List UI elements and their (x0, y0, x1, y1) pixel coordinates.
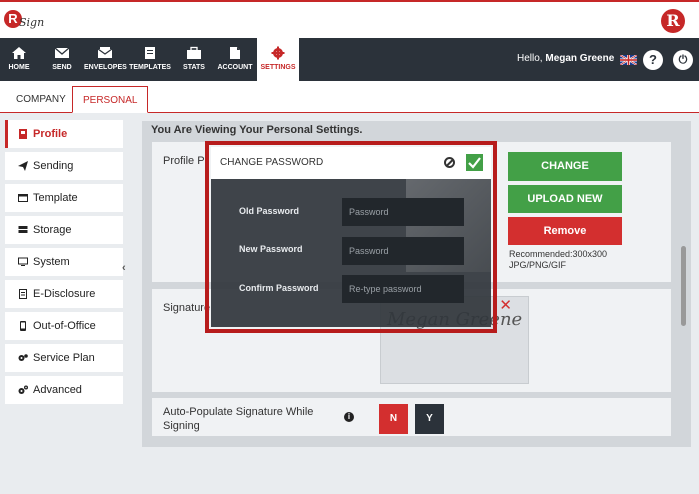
sidebar-item-label: Advanced (33, 384, 82, 396)
nav-label: SEND (52, 64, 72, 71)
send-icon (18, 161, 28, 171)
change-password-dialog: CHANGE PASSWORD Old Password New Passwor… (211, 147, 491, 327)
auto-populate-line1: Auto-Populate Signature While (163, 406, 314, 418)
sidebar-item-template[interactable]: Template (5, 184, 123, 212)
nav-stats[interactable]: STATS (180, 38, 208, 81)
user-name: Megan Greene (545, 53, 615, 64)
signature-label: Signature (163, 302, 211, 314)
remove-signature-icon[interactable]: ✕ (499, 296, 512, 314)
sidebar-item-label: Storage (33, 224, 72, 236)
nav-templates[interactable]: TEMPLATES (129, 38, 171, 81)
sidebar-item-label: Out-of-Office (33, 320, 96, 332)
collapse-sidebar-chevron-icon[interactable]: ‹ (122, 262, 126, 274)
account-icon (230, 47, 240, 59)
profile-icon (19, 129, 27, 139)
toggle-yes-button[interactable]: Y (415, 404, 444, 434)
nav-label: ENVELOPES (84, 64, 127, 71)
check-icon[interactable] (466, 154, 483, 171)
briefcase-icon (187, 46, 201, 59)
sidebar-item-label: Profile (33, 128, 68, 140)
window-icon (18, 194, 28, 202)
sidebar-item-service-plan[interactable]: Service Plan (5, 344, 123, 372)
template-icon (145, 47, 155, 59)
monitor-icon (18, 257, 28, 266)
nav-label: SETTINGS (260, 64, 296, 71)
cancel-icon[interactable] (444, 157, 455, 168)
recommended-size: Recommended:300x300 (509, 249, 608, 259)
settings-tabs: COMPANY PERSONAL (0, 86, 699, 113)
nav-label: ACCOUNT (217, 64, 253, 71)
upload-new-button[interactable]: UPLOAD NEW (508, 185, 622, 213)
sidebar-item-label: Sending (33, 160, 74, 172)
old-password-input[interactable] (342, 198, 464, 226)
help-button[interactable]: ? (643, 50, 663, 70)
sidebar-item-profile[interactable]: Profile (5, 120, 123, 148)
tab-company[interactable]: COMPANY (6, 86, 76, 113)
sidebar-item-storage[interactable]: Storage (5, 216, 123, 244)
recommended-size-note: Recommended:300x300 JPG/PNG/GIF (509, 249, 607, 271)
auto-populate-line2: Signing (163, 420, 200, 432)
main-nav: HOME SEND ENVELOPES TEMPLATES STATS ACCO… (0, 38, 699, 81)
brand-logo: R (661, 9, 685, 33)
info-icon[interactable]: i (344, 412, 354, 422)
sidebar-item-e-disclosure[interactable]: E-Disclosure (5, 280, 123, 308)
scrollbar-thumb[interactable] (681, 246, 686, 326)
cogs-icon (18, 354, 28, 361)
nav-label: HOME (8, 64, 30, 71)
phone-icon (20, 321, 26, 331)
tab-personal[interactable]: PERSONAL (72, 86, 149, 113)
new-password-label: New Password (239, 244, 303, 254)
nav-label: TEMPLATES (129, 64, 171, 71)
top-bar: R Sign R (0, 0, 699, 38)
nav-send[interactable]: SEND (48, 38, 76, 81)
rsign-logo[interactable]: R Sign (4, 10, 44, 36)
nav-envelopes[interactable]: ENVELOPES (84, 38, 127, 81)
nav-settings[interactable]: SETTINGS (257, 38, 299, 81)
logo-script: Sign (19, 16, 45, 29)
confirm-password-label: Confirm Password (239, 283, 319, 293)
page-title: You Are Viewing Your Personal Settings. (151, 124, 363, 136)
sidebar-item-label: E-Disclosure (33, 288, 96, 300)
gears-icon (18, 385, 28, 394)
envelope-icon (54, 47, 70, 58)
envelopes-icon (97, 47, 113, 58)
document-icon (19, 289, 27, 299)
nav-account[interactable]: ACCOUNT (216, 38, 254, 81)
remove-button[interactable]: Remove (508, 217, 622, 245)
sidebar-item-label: System (33, 256, 70, 268)
database-icon (18, 226, 28, 233)
confirm-password-input[interactable] (342, 275, 464, 303)
profile-picture-label: Profile Pi (163, 155, 208, 167)
sidebar-item-out-of-office[interactable]: Out-of-Office (5, 312, 123, 340)
sidebar-item-label: Service Plan (33, 352, 95, 364)
greeting-prefix: Hello, (517, 53, 543, 64)
new-password-input[interactable] (342, 237, 464, 265)
toggle-no-button[interactable]: N (379, 404, 408, 434)
uk-flag-icon[interactable] (620, 55, 637, 65)
sidebar-item-label: Template (33, 192, 78, 204)
greeting: Hello, Megan Greene (517, 53, 614, 64)
dialog-header: CHANGE PASSWORD (211, 147, 491, 179)
gear-icon (271, 46, 285, 60)
sidebar-item-system[interactable]: System (5, 248, 123, 276)
nav-home[interactable]: HOME (4, 38, 34, 81)
dialog-title: CHANGE PASSWORD (220, 157, 324, 168)
recommended-formats: JPG/PNG/GIF (509, 260, 567, 270)
home-icon (12, 47, 26, 59)
power-button[interactable]: ⏻ (673, 50, 693, 70)
nav-label: STATS (183, 64, 205, 71)
old-password-label: Old Password (239, 206, 300, 216)
sidebar-item-advanced[interactable]: Advanced (5, 376, 123, 404)
sidebar-item-sending[interactable]: Sending (5, 152, 123, 180)
auto-populate-label: Auto-Populate Signature While Signing (163, 405, 313, 433)
change-password-button[interactable]: CHANGE PASSWORD (508, 152, 622, 201)
